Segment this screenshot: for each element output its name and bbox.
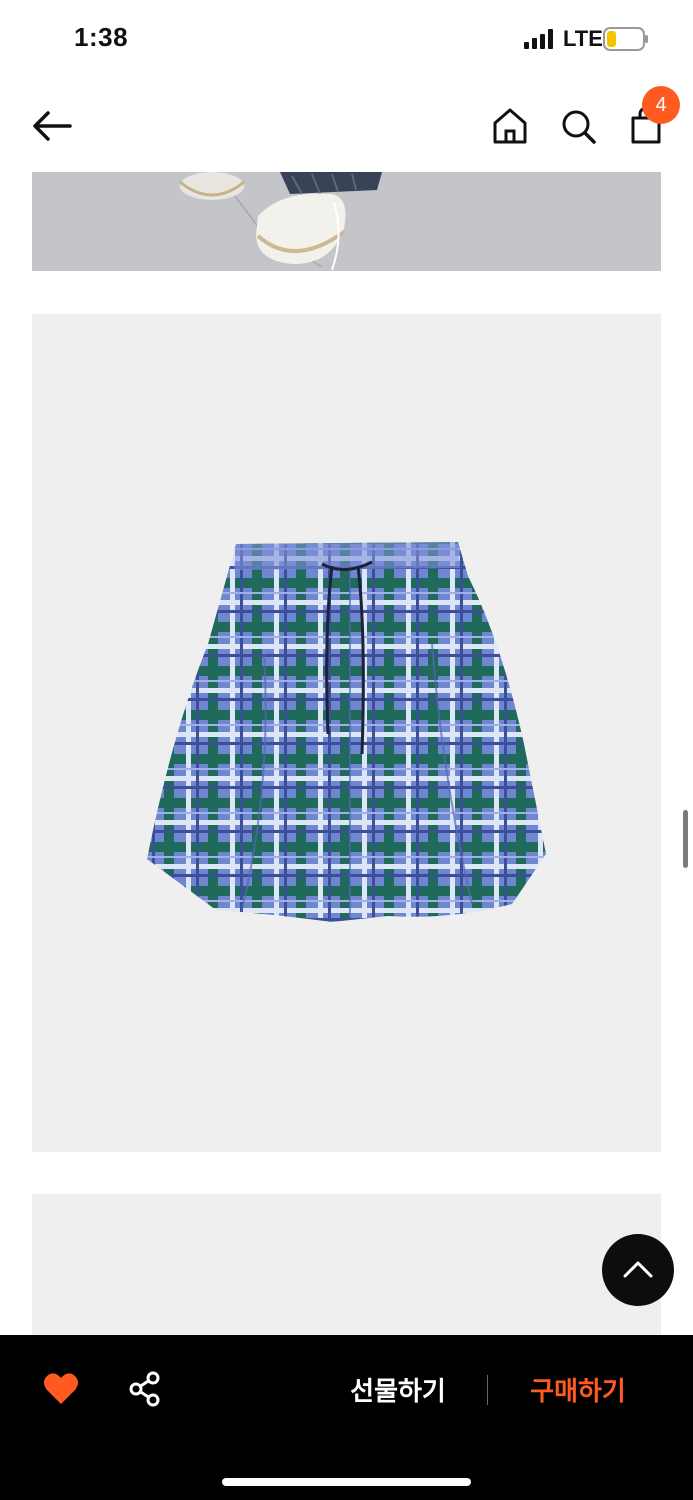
search-icon xyxy=(562,110,596,144)
share-button[interactable] xyxy=(128,1371,162,1407)
divider xyxy=(487,1375,488,1405)
home-icon xyxy=(493,108,527,144)
gift-button[interactable]: 선물하기 xyxy=(330,1369,466,1413)
scrollbar[interactable] xyxy=(683,810,688,868)
chevron-up-icon xyxy=(623,1261,653,1278)
buy-button[interactable]: 구매하기 xyxy=(510,1369,646,1413)
like-button[interactable] xyxy=(42,1371,80,1407)
heart-icon xyxy=(44,1373,78,1404)
product-photo-skirt xyxy=(32,314,661,1152)
signal-icon xyxy=(524,29,553,49)
arrow-left-icon xyxy=(33,111,72,141)
product-photo-next xyxy=(32,1194,661,1344)
bottom-action-bar: 선물하기 구매하기 xyxy=(0,1335,693,1500)
cart-count-badge: 4 xyxy=(642,86,680,124)
top-nav xyxy=(0,80,693,172)
back-button[interactable] xyxy=(30,104,74,148)
search-button[interactable] xyxy=(558,104,598,148)
status-bar: 1:38 LTE xyxy=(0,0,693,80)
battery-icon xyxy=(603,27,648,51)
home-button[interactable] xyxy=(490,104,530,148)
network-type: LTE xyxy=(563,26,603,51)
share-icon xyxy=(129,1371,160,1407)
status-time: 1:38 xyxy=(74,22,129,52)
product-photo-model xyxy=(32,172,661,271)
scroll-top-button[interactable] xyxy=(602,1234,674,1306)
home-indicator xyxy=(222,1478,471,1486)
